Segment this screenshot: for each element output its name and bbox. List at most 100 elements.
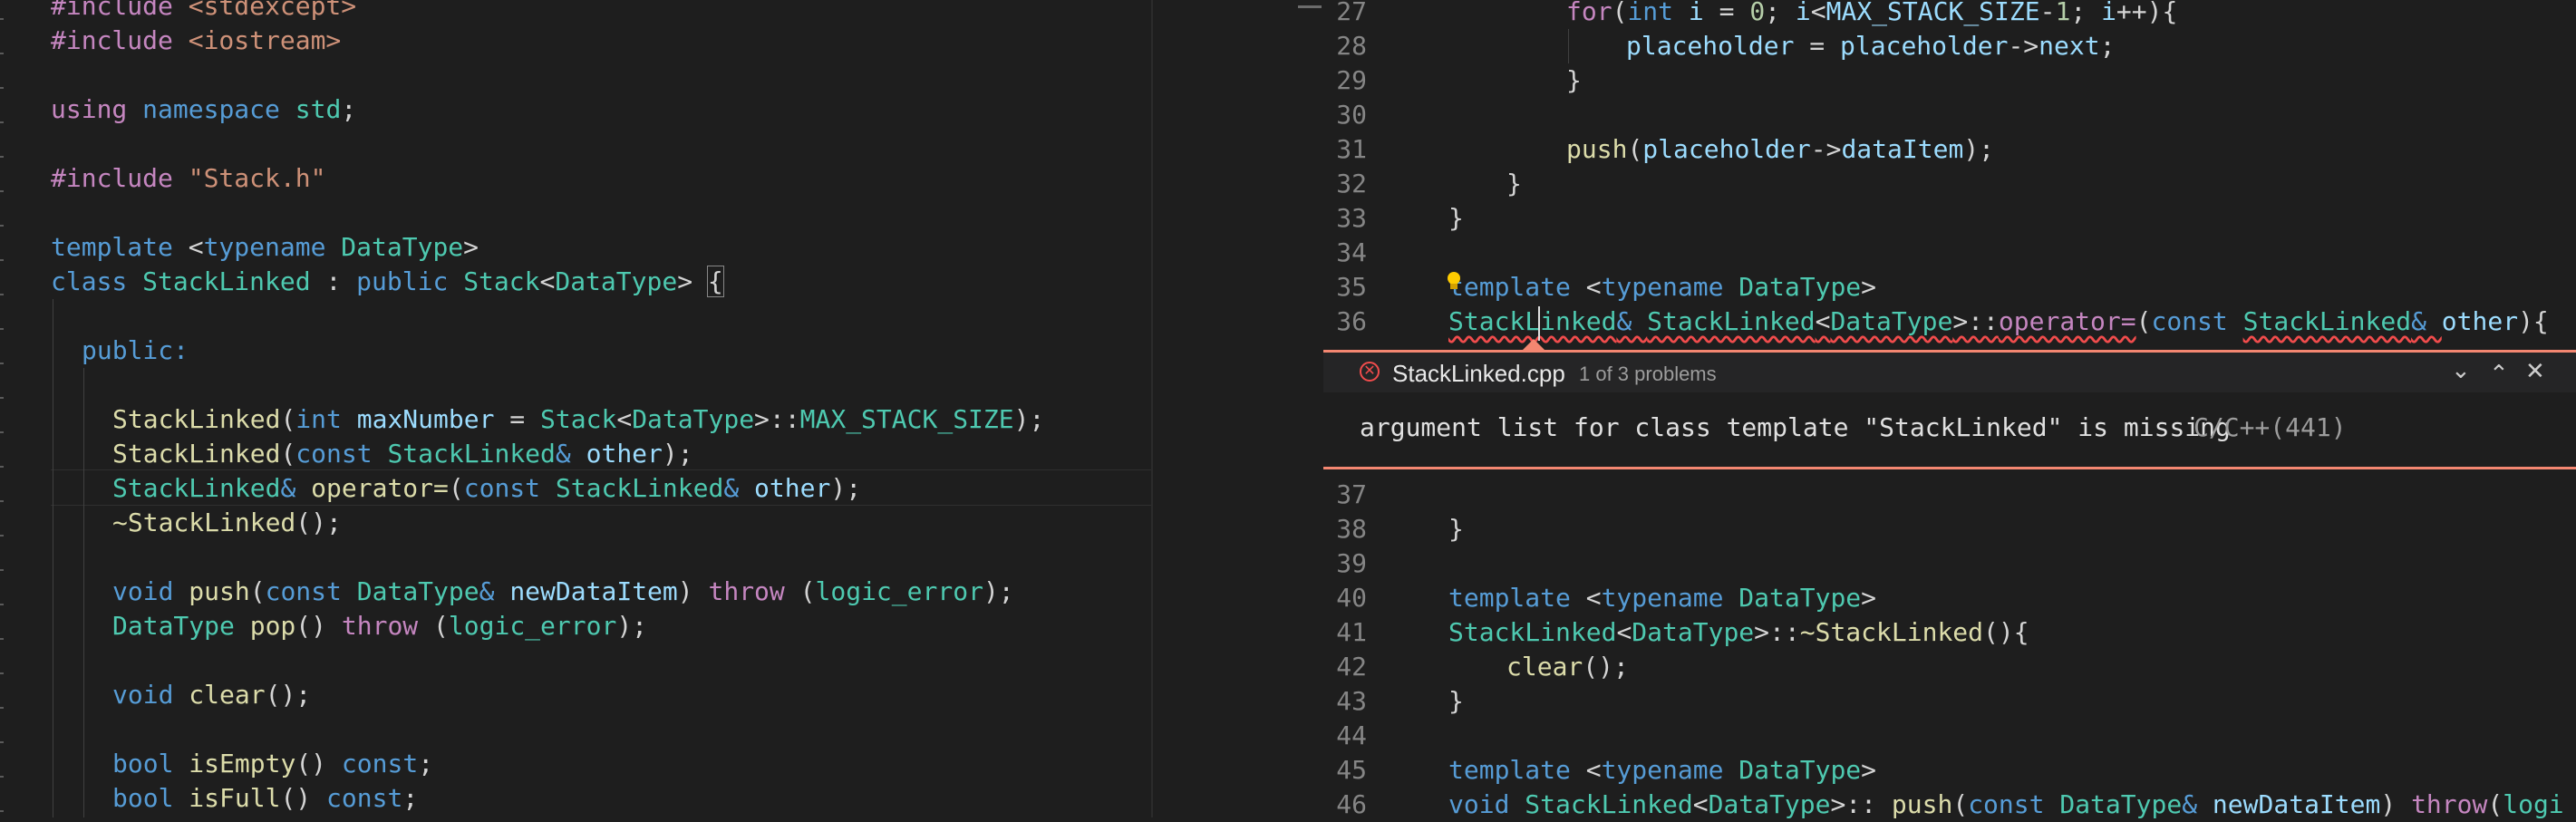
code-token: const — [1968, 789, 2060, 819]
code-line[interactable]: } — [1566, 63, 1582, 98]
code-line[interactable]: DataType pop() throw (logic_error); — [112, 609, 647, 643]
folding-gutter-mark — [0, 431, 4, 433]
peek-file-name[interactable]: StackLinked.cpp — [1392, 360, 1565, 388]
code-line[interactable]: public: — [82, 334, 189, 368]
code-token: ); — [1013, 404, 1045, 434]
peek-error-source: C/C++(441) — [2193, 412, 2347, 442]
code-line[interactable]: template <typename DataType> — [1448, 270, 1876, 305]
line-number: 30 — [1336, 100, 1367, 130]
lightbulb-icon[interactable] — [1448, 272, 1460, 285]
code-token: ~StackLinked — [1799, 617, 1984, 647]
line-number: 34 — [1336, 237, 1367, 267]
code-token: throw — [341, 611, 434, 641]
code-token: (); — [295, 508, 342, 537]
code-token: next — [2039, 31, 2100, 61]
code-token: placeholder — [1626, 31, 1795, 61]
code-token: template — [1448, 272, 1586, 302]
code-line[interactable]: } — [1448, 201, 1464, 236]
code-token: ( — [2135, 306, 2152, 336]
code-token: dataItem — [1841, 134, 1964, 164]
code-token: MAX_STACK_SIZE — [1825, 0, 2040, 26]
line-number: 44 — [1336, 720, 1367, 750]
code-token: #include — [51, 163, 189, 193]
code-token: isFull — [189, 783, 281, 813]
code-token: pop — [249, 611, 296, 641]
code-token: bool — [112, 749, 189, 778]
code-token: DataType — [1738, 583, 1862, 613]
code-line[interactable]: class StackLinked : public Stack<DataTyp… — [51, 265, 724, 299]
code-line[interactable]: void clear(); — [112, 678, 311, 712]
folding-gutter-mark — [0, 535, 4, 537]
code-token: namespace — [142, 94, 295, 124]
code-line[interactable]: } — [1448, 512, 1464, 546]
code-line[interactable]: clear(); — [1506, 650, 1629, 684]
chevron-down-icon[interactable]: ⌄ — [2451, 356, 2471, 384]
line-number: 43 — [1336, 686, 1367, 716]
folding-gutter-mark — [0, 121, 4, 123]
code-token: <stdexcept> — [188, 0, 357, 21]
line-number: 28 — [1336, 31, 1367, 61]
code-token: } — [1506, 169, 1522, 198]
code-line[interactable]: void StackLinked<DataType>:: push(const … — [1448, 788, 2564, 822]
code-token: "Stack.h" — [188, 163, 326, 193]
code-token: std — [295, 94, 342, 124]
folding-gutter-mark — [0, 190, 4, 192]
code-line[interactable]: } — [1506, 167, 1522, 201]
code-token: ( — [249, 576, 266, 606]
code-line[interactable]: template <typename DataType> — [1448, 753, 1876, 788]
code-line[interactable]: StackLinked(const StackLinked& other); — [112, 437, 693, 471]
line-number: 27 — [1336, 0, 1367, 26]
problem-peek-widget[interactable]: ✕ StackLinked.cpp 1 of 3 problems ⌄ ⌃ ✕ … — [1323, 350, 2576, 469]
code-line[interactable]: template <typename DataType> — [51, 230, 479, 265]
line-number: 40 — [1336, 583, 1367, 613]
code-line[interactable]: void push(const DataType& newDataItem) t… — [112, 575, 1014, 609]
code-token: void — [1448, 789, 1525, 819]
code-token: StackLinked — [142, 266, 311, 296]
code-line[interactable]: StackLinked& operator=(const StackLinked… — [112, 471, 861, 506]
code-token: { — [706, 266, 724, 297]
code-token: StackLinked — [112, 439, 281, 469]
code-token: other — [754, 473, 831, 503]
code-line[interactable]: placeholder = placeholder->next; — [1626, 29, 2115, 63]
code-line[interactable]: #include <stdexcept> — [51, 0, 356, 24]
code-line[interactable]: } — [1448, 684, 1464, 719]
line-number: 46 — [1336, 789, 1367, 819]
close-icon[interactable]: ✕ — [2525, 357, 2545, 385]
code-token: >:: — [1830, 789, 1892, 819]
code-token: void — [112, 576, 189, 606]
left-editor-pane[interactable]: #include <stdexcept> #include <iostream> u… — [0, 0, 1151, 817]
folding-gutter-mark — [0, 225, 4, 227]
code-token: ; — [402, 783, 419, 813]
code-token: ; — [341, 94, 357, 124]
code-token: ); — [830, 473, 862, 503]
chevron-up-icon[interactable]: ⌃ — [2489, 360, 2509, 388]
indent-guide — [83, 368, 84, 817]
code-token: StackLinked — [112, 404, 281, 434]
peek-header: ✕ StackLinked.cpp 1 of 3 problems ⌄ ⌃ ✕ — [1323, 353, 2576, 392]
code-token: } — [1448, 203, 1464, 233]
code-token: & — [723, 473, 755, 503]
code-line[interactable]: bool isFull() const; — [112, 781, 418, 816]
code-line[interactable]: #include "Stack.h" — [51, 161, 325, 196]
code-token: ( — [448, 473, 464, 503]
code-line[interactable]: StackLinked& StackLinked<DataType>::oper… — [1448, 305, 2549, 339]
folding-gutter-mark — [0, 776, 4, 778]
code-line[interactable]: ~StackLinked(); — [112, 506, 342, 540]
code-line[interactable]: template <typename DataType> — [1448, 581, 1876, 615]
lightbulb-icon-base — [1450, 284, 1457, 289]
code-token: ( — [2487, 789, 2503, 819]
code-line[interactable]: for(int i = 0; i<MAX_STACK_SIZE-1; i++){ — [1566, 0, 2177, 29]
code-line[interactable]: #include <iostream> — [51, 24, 341, 58]
folding-gutter-mark — [0, 18, 4, 20]
code-line[interactable]: bool isEmpty() const; — [112, 747, 433, 781]
folding-gutter-mark — [0, 810, 4, 812]
code-line[interactable]: StackLinked(int maxNumber = Stack<DataTy… — [112, 402, 1044, 437]
code-line[interactable]: StackLinked<DataType>::~StackLinked(){ — [1448, 615, 2029, 650]
folding-gutter-mark — [0, 604, 4, 605]
code-line[interactable]: push(placeholder->dataItem); — [1566, 132, 1994, 167]
code-line[interactable]: using namespace std; — [51, 92, 356, 127]
line-number: 32 — [1336, 169, 1367, 198]
code-token: push — [1891, 789, 1953, 819]
code-token: typename — [1601, 272, 1739, 302]
code-token: ( — [799, 576, 816, 606]
